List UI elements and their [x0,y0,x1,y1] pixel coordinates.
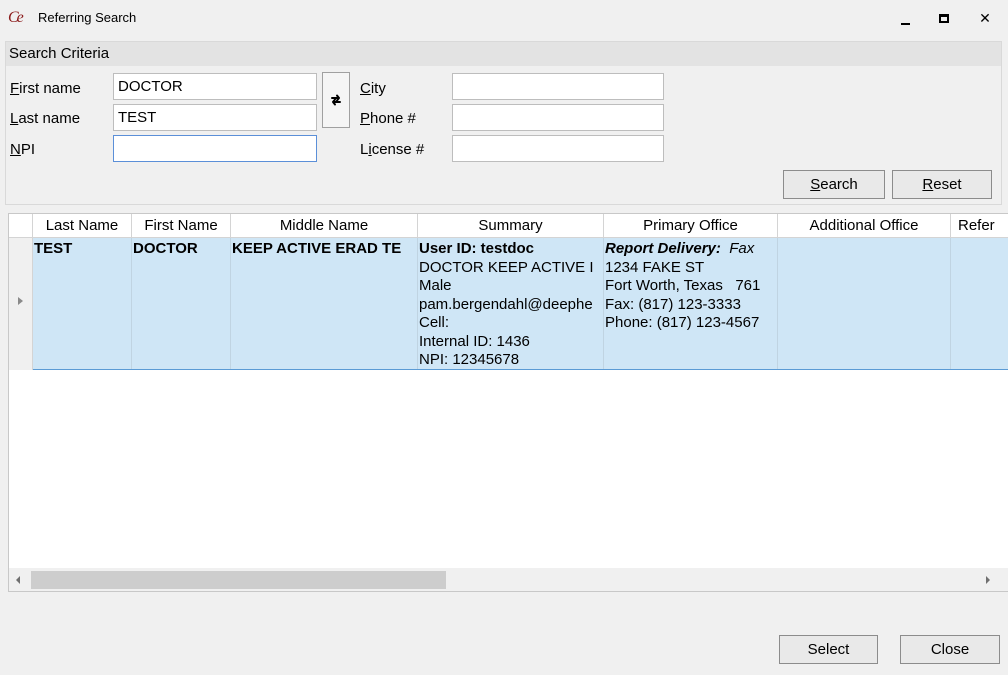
maximize-icon [939,13,949,23]
license-label: License # [360,141,425,158]
results-grid[interactable]: Last Name First Name Middle Name Summary… [8,213,1008,592]
summary-npi: NPI: 12345678 [419,351,520,368]
summary-cell: Cell: [419,314,450,331]
table-row[interactable]: TEST DOCTOR KEEP ACTIVE ERAD TE User ID:… [9,238,1008,370]
selected-row-underline [33,369,1008,370]
search-criteria-header: Search Criteria [6,42,1001,66]
city-input[interactable] [452,73,664,100]
search-button[interactable]: Search [783,170,885,199]
primary-office-address: 1234 FAKE ST [605,258,705,276]
last-name-input[interactable]: TEST [113,104,317,131]
last-name-label: Last name [10,110,81,127]
first-name-input[interactable]: DOCTOR [113,73,317,100]
cell-primary-office: Report Delivery: Fax 1234 FAKE ST Fort W… [604,238,778,370]
summary-full-name: DOCTOR KEEP ACTIVE I [419,258,594,276]
primary-office-fax: Fax: (817) 123-3333 [605,295,741,313]
first-name-label: First name [10,80,81,97]
npi-label: NPI [10,141,36,158]
primary-office-phone: Phone: (817) 123-4567 [605,314,760,331]
search-criteria-panel: Search Criteria First name DOCTOR Last n… [5,41,1002,205]
column-header-last-name[interactable]: Last Name [33,214,132,238]
phone-label: Phone # [360,110,416,127]
scrollbar-thumb[interactable] [31,571,446,589]
ce-logo-icon: Ce [8,9,24,26]
primary-office-delivery: Report Delivery: Fax [605,240,755,257]
select-button[interactable]: Select [779,635,878,664]
scroll-left-icon[interactable] [16,576,20,584]
column-header-middle-name[interactable]: Middle Name [231,214,418,238]
minimize-button[interactable] [885,0,925,36]
row-header [9,238,33,370]
swap-arrows-icon [331,94,341,106]
cell-first-name: DOCTOR [132,238,231,370]
minimize-icon [900,23,910,25]
license-input[interactable] [452,135,664,162]
current-row-arrow-icon [18,297,23,305]
cell-middle-name: KEEP ACTIVE ERAD TE [231,238,418,370]
close-icon: ✕ [979,9,991,26]
close-button[interactable]: Close [900,635,1000,664]
summary-internal-id: Internal ID: 1436 [419,332,530,350]
summary-user-id: User ID: testdoc [419,240,535,257]
cell-last-name: TEST [33,238,132,370]
cell-summary: User ID: testdoc DOCTOR KEEP ACTIVE I Ma… [418,238,604,370]
column-header-refer[interactable]: Refer [951,214,1008,238]
horizontal-scrollbar[interactable] [9,568,1008,591]
reset-button[interactable]: Reset [892,170,992,199]
city-label: City [360,80,386,97]
row-header-corner [9,214,33,238]
close-window-button[interactable]: ✕ [965,0,1005,36]
cell-additional-office [778,238,951,370]
grid-header: Last Name First Name Middle Name Summary… [9,214,1008,238]
column-header-primary-office[interactable]: Primary Office [604,214,778,238]
summary-email: pam.bergendahl@deephe [419,295,593,313]
cell-refer [951,238,1008,370]
column-header-summary[interactable]: Summary [418,214,604,238]
summary-gender: Male [419,277,452,294]
window-title: Referring Search [38,10,137,25]
primary-office-city-state: Fort Worth, Texas 761 [605,277,761,294]
swap-names-button[interactable] [322,72,350,128]
scroll-right-icon[interactable] [986,576,990,584]
npi-input[interactable] [113,135,317,162]
title-bar: Ce Referring Search ✕ [0,0,1008,36]
phone-input[interactable] [452,104,664,131]
column-header-first-name[interactable]: First Name [132,214,231,238]
maximize-button[interactable] [924,0,964,36]
column-header-additional-office[interactable]: Additional Office [778,214,951,238]
